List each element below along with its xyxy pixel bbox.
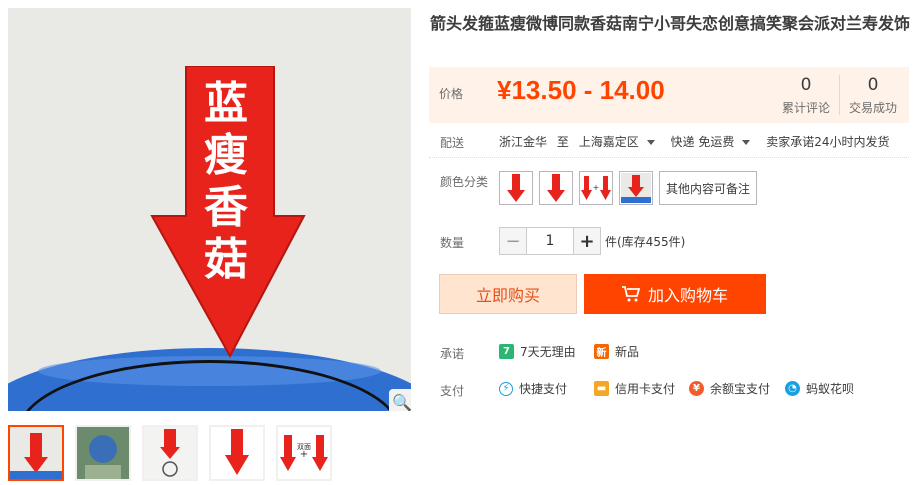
quantity-stepper: − 1 + 件(库存455件) <box>499 227 685 255</box>
ship-method-select[interactable]: 快递 免运费 <box>671 135 751 149</box>
color-label: 颜色分类 <box>440 175 489 189</box>
plus-button[interactable]: + <box>573 227 601 255</box>
promise-7day-label: 7天无理由 <box>520 345 576 359</box>
money-bag-icon: ¥ <box>689 381 704 396</box>
payment-quick[interactable]: ⚡ 快捷支付 <box>499 380 567 397</box>
review-count-label: 累计评论 <box>781 101 830 115</box>
chevron-down-icon <box>646 140 655 145</box>
color-option-2[interactable] <box>539 171 573 205</box>
seven-day-icon: 7 <box>499 344 514 359</box>
payment-credit-label: 信用卡支付 <box>615 382 676 396</box>
ship-to-word: 至 <box>556 135 569 149</box>
thumbnail-5[interactable]: 双面 + <box>276 425 332 481</box>
payment-yuebao[interactable]: ¥ 余额宝支付 <box>689 380 770 397</box>
payment-quick-label: 快捷支付 <box>519 382 568 396</box>
promise-new[interactable]: 新 新品 <box>594 343 639 360</box>
payment-huabei-label: 蚂蚁花呗 <box>806 382 855 396</box>
review-count-number: 0 <box>800 75 812 95</box>
quantity-input[interactable]: 1 <box>527 227 573 255</box>
color-option-1[interactable] <box>499 171 533 205</box>
shipping-label: 配送 <box>440 136 465 150</box>
svg-text:+: + <box>593 183 600 192</box>
thumbnail-3[interactable] <box>142 425 198 481</box>
lightning-icon: ⚡ <box>499 381 513 396</box>
ship-destination-select[interactable]: 上海嘉定区 <box>579 135 655 149</box>
price-label: 价格 <box>439 87 464 101</box>
promise-new-label: 新品 <box>615 345 640 359</box>
minus-button[interactable]: − <box>499 227 527 255</box>
shipping-row: 浙江金华 至 上海嘉定区 快递 免运费 卖家承诺24小时内发货 <box>499 133 895 150</box>
chevron-down-icon <box>742 140 751 145</box>
svg-text:+: + <box>300 449 308 460</box>
payment-huabei[interactable]: ◔ 蚂蚁花呗 <box>785 380 854 397</box>
add-to-cart-label: 加入购物车 <box>647 286 728 305</box>
main-product-image[interactable]: 蓝瘦香菇 🔍 <box>8 8 411 411</box>
payment-yuebao-label: 余额宝支付 <box>710 382 771 396</box>
stock-text: 件(库存455件) <box>605 234 686 249</box>
divider <box>429 157 909 158</box>
thumbnail-strip: 双面 + <box>8 425 332 481</box>
payment-label: 支付 <box>440 384 465 398</box>
huabei-icon: ◔ <box>785 381 800 396</box>
buy-now-button[interactable]: 立即购买 <box>439 274 577 314</box>
credit-card-icon: ▬ <box>594 381 609 396</box>
deal-count: 0 交易成功 <box>840 75 906 116</box>
ship-promise: 卖家承诺24小时内发货 <box>766 135 890 149</box>
price-value: ¥13.50 - 14.00 <box>497 75 665 105</box>
zoom-icon[interactable]: 🔍 <box>389 389 411 411</box>
thumbnail-4[interactable] <box>209 425 265 481</box>
ship-from: 浙江金华 <box>499 135 548 149</box>
arrow-sign-text: 蓝瘦香菇 <box>204 78 248 285</box>
product-title: 箭头发箍蓝瘦微博同款香菇南宁小哥失恋创意搞笑聚会派对兰寿发饰 <box>430 14 911 33</box>
color-options: + 其他内容可备注 <box>499 171 758 205</box>
deal-count-label: 交易成功 <box>848 101 897 115</box>
ship-destination: 上海嘉定区 <box>578 135 639 149</box>
new-icon: 新 <box>594 344 609 359</box>
deal-count-number: 0 <box>867 75 879 95</box>
ship-method: 快递 免运费 <box>670 135 735 149</box>
promise-7day[interactable]: 7 7天无理由 <box>499 343 576 360</box>
quantity-label: 数量 <box>440 236 465 250</box>
thumbnail-2[interactable] <box>75 425 131 481</box>
promise-label: 承诺 <box>440 347 465 361</box>
cart-icon <box>621 286 640 302</box>
color-option-other[interactable]: 其他内容可备注 <box>659 171 758 205</box>
review-count[interactable]: 0 累计评论 <box>773 75 840 115</box>
thumbnail-1[interactable] <box>8 425 64 481</box>
color-option-3[interactable]: + <box>579 171 613 205</box>
color-option-4[interactable] <box>619 171 653 205</box>
price-panel: 价格 ¥13.50 - 14.00 0 累计评论 0 交易成功 <box>429 67 909 123</box>
add-to-cart-button[interactable]: 加入购物车 <box>584 274 766 314</box>
payment-credit[interactable]: ▬ 信用卡支付 <box>594 380 675 397</box>
